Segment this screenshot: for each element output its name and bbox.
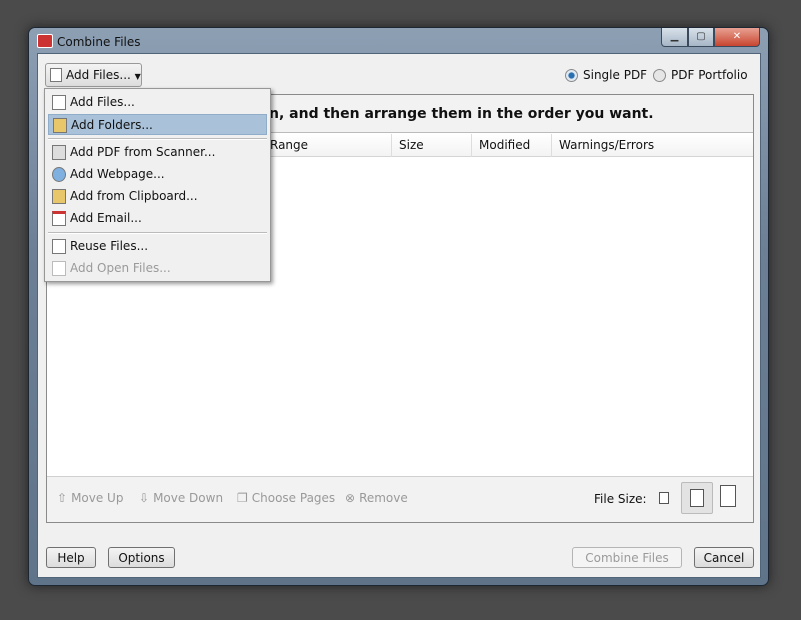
close-button[interactable]: ✕ [714, 28, 760, 47]
radio-label: PDF Portfolio [671, 68, 748, 82]
label: Move Down [153, 491, 224, 505]
list-toolbar: ⇧ Move Up ⇩ Move Down ❐ Choose Pages ⊗ Remov… [47, 476, 753, 522]
add-files-dropdown-button[interactable]: Add Files... ▼ [45, 63, 142, 87]
arrow-down-icon: ⇩ [139, 491, 150, 505]
label: Add PDF from Scanner... [70, 145, 216, 159]
label: Choose Pages [251, 491, 336, 505]
add-files-menu: Add Files... Add Folders... Add PDF from… [44, 88, 271, 282]
email-icon [52, 211, 66, 226]
minimize-button[interactable]: ▁ [661, 28, 688, 47]
chevron-down-icon: ▼ [134, 72, 141, 81]
move-down-button[interactable]: ⇩ Move Down [139, 486, 223, 510]
radio-pdf-portfolio[interactable]: PDF Portfolio [653, 68, 748, 82]
label: Add Open Files... [70, 261, 171, 275]
menu-separator [48, 232, 267, 234]
open-files-icon [52, 261, 66, 276]
label: Add Webpage... [70, 167, 165, 181]
maximize-button[interactable]: ▢ [688, 28, 714, 47]
reuse-icon [52, 239, 66, 254]
remove-icon: ⊗ [345, 491, 356, 505]
file-size-medium-button[interactable] [681, 482, 713, 514]
label: Add from Clipboard... [70, 189, 198, 203]
radio-single-pdf[interactable]: Single PDF [565, 68, 647, 82]
menu-separator [48, 138, 267, 140]
menu-item-reuse-files[interactable]: Reuse Files... [48, 236, 267, 257]
label: Reuse Files... [70, 239, 149, 253]
menu-item-add-folders[interactable]: Add Folders... [48, 114, 267, 135]
menu-item-add-open-files: Add Open Files... [48, 258, 267, 279]
radio-label: Single PDF [583, 68, 648, 82]
combine-files-button[interactable]: Combine Files [572, 547, 682, 568]
add-file-icon [52, 95, 66, 110]
radio-selected-icon [565, 68, 578, 82]
menu-item-add-webpage[interactable]: Add Webpage... [48, 164, 267, 185]
app-icon [37, 34, 53, 48]
scanner-icon [52, 145, 66, 160]
file-size-label: File Size: [594, 492, 647, 506]
column-modified[interactable]: Modified [471, 134, 551, 157]
clipboard-icon [52, 189, 66, 204]
menu-item-add-email[interactable]: Add Email... [48, 208, 267, 229]
choose-pages-button[interactable]: ❐ Choose Pages [237, 486, 335, 510]
label: Remove [359, 491, 408, 505]
add-folder-icon [53, 118, 67, 133]
move-up-button[interactable]: ⇧ Move Up [57, 486, 123, 510]
add-file-icon [50, 68, 62, 82]
menu-item-add-clipboard[interactable]: Add from Clipboard... [48, 186, 267, 207]
file-size-small-icon[interactable] [659, 492, 669, 504]
file-size-large-icon[interactable] [720, 485, 736, 507]
add-files-label: Add Files... [66, 68, 131, 82]
file-size-medium-icon [690, 489, 704, 507]
window-title: Combine Files [57, 35, 141, 49]
remove-button[interactable]: ⊗ Remove [345, 486, 408, 510]
pages-icon: ❐ [237, 491, 248, 505]
column-warnings[interactable]: Warnings/Errors [551, 134, 751, 157]
label: Move Up [71, 491, 124, 505]
arrow-up-icon: ⇧ [57, 491, 68, 505]
column-size[interactable]: Size [391, 134, 471, 157]
label: Add Folders... [71, 118, 153, 132]
menu-item-add-files[interactable]: Add Files... [48, 92, 267, 113]
radio-unselected-icon [653, 68, 666, 82]
options-button[interactable]: Options [108, 547, 175, 568]
label: Add Files... [70, 95, 135, 109]
label: Add Email... [70, 211, 142, 225]
help-button[interactable]: Help [46, 547, 96, 568]
menu-item-add-scanner[interactable]: Add PDF from Scanner... [48, 142, 267, 163]
globe-icon [52, 167, 66, 182]
cancel-button[interactable]: Cancel [694, 547, 754, 568]
